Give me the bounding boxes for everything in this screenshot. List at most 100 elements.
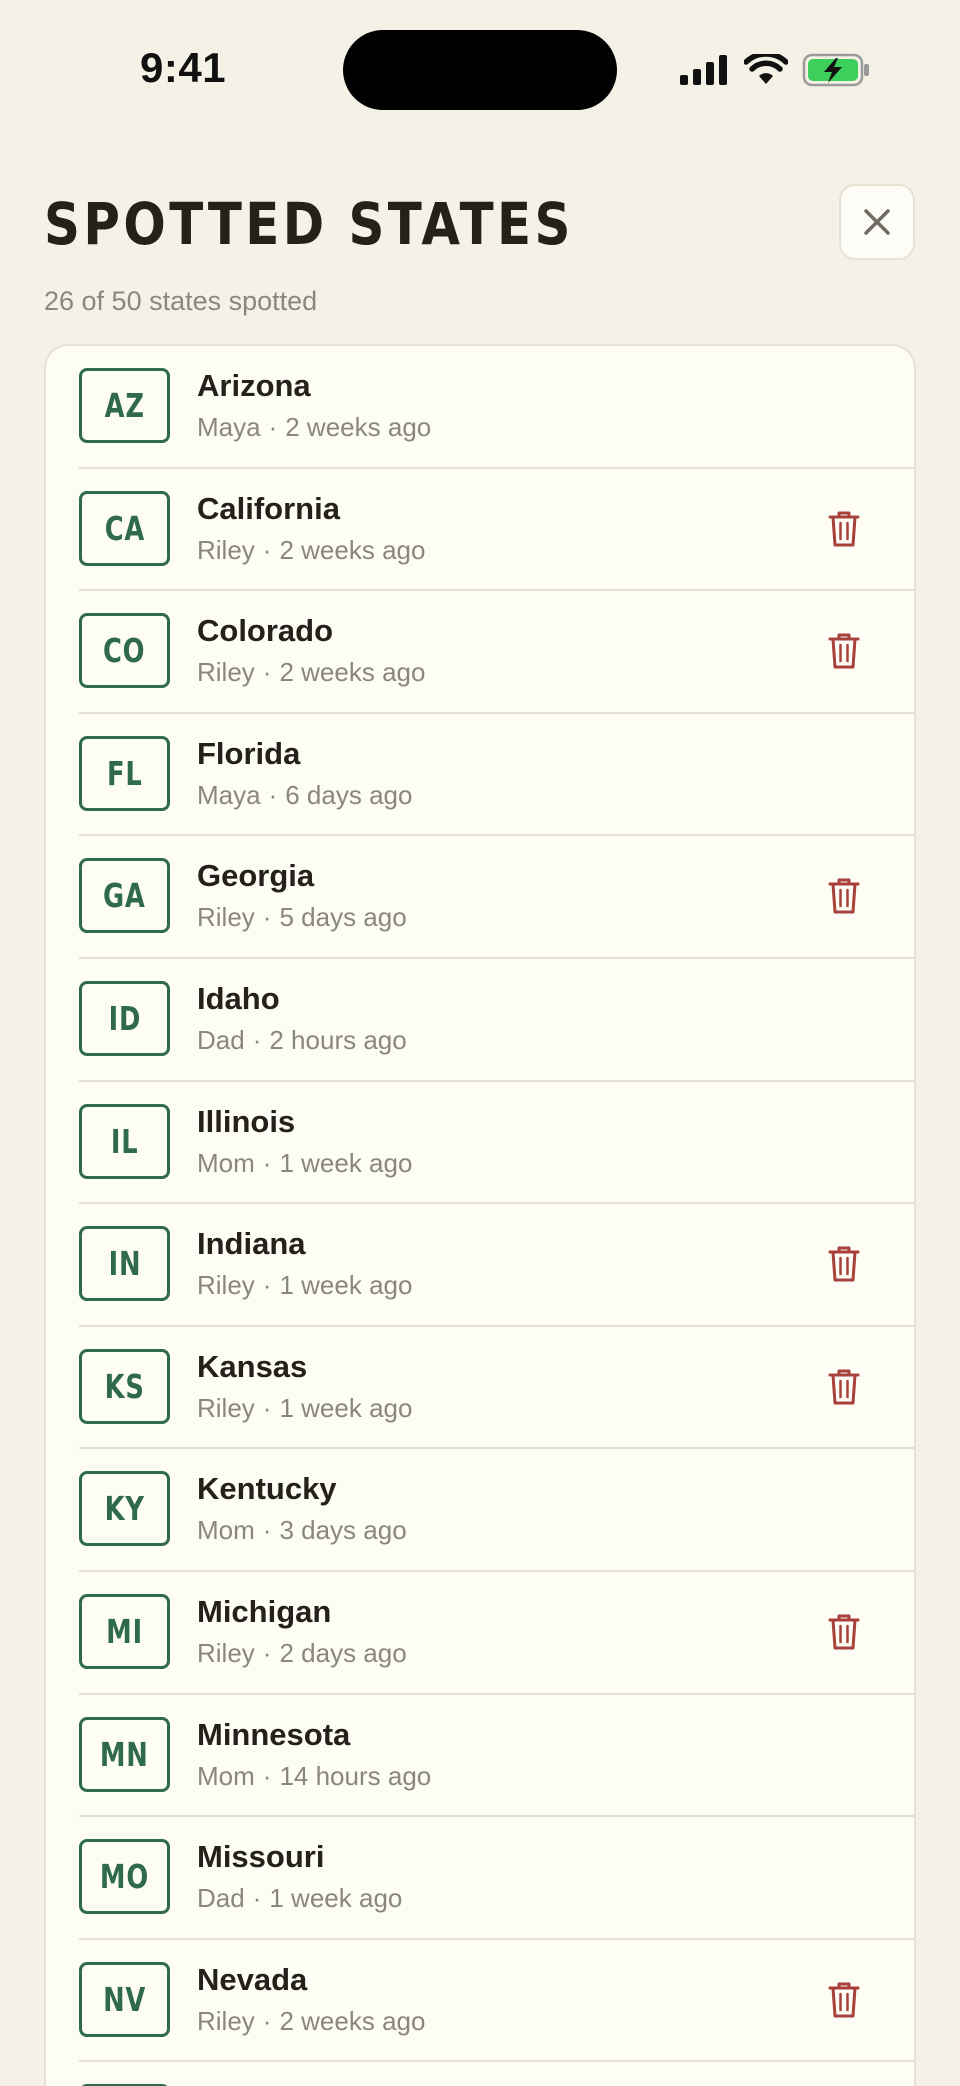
spotter-name: Maya	[197, 779, 261, 810]
spotted-meta: Mom · 1 week ago	[197, 1148, 412, 1179]
state-code: KS	[104, 1366, 145, 1406]
state-name: Kentucky	[197, 1471, 337, 1507]
spotted-meta: Riley · 2 weeks ago	[197, 657, 425, 688]
state-code: ID	[108, 999, 141, 1038]
separator-dot: ·	[268, 779, 278, 810]
close-icon	[864, 209, 890, 235]
spotter-name: Riley	[197, 657, 255, 688]
spotted-time: 2 hours ago	[269, 1025, 407, 1055]
header: SPOTTED STATES 26 of 50 states spotted	[44, 180, 916, 320]
state-row-ks[interactable]: KS Kansas Riley · 1 week ago	[46, 1327, 914, 1450]
state-code: MO	[99, 1857, 150, 1897]
spotted-count: 26 of 50 states spotted	[44, 286, 318, 316]
trash-icon	[828, 1614, 860, 1650]
state-code: CO	[103, 631, 146, 671]
state-row-mi[interactable]: MI Michigan Riley · 2 days ago	[46, 1572, 914, 1695]
state-row-ga[interactable]: GA Georgia Riley · 5 days ago	[46, 836, 914, 959]
state-code: AZ	[104, 386, 145, 425]
delete-button[interactable]	[822, 629, 866, 673]
state-name: Michigan	[197, 1594, 332, 1629]
spotter-name: Riley	[197, 1270, 255, 1301]
state-code: FL	[106, 753, 143, 793]
state-name: Indiana	[197, 1226, 306, 1262]
status-time: 9:41	[140, 44, 227, 91]
spotted-time: 2 days ago	[279, 1638, 407, 1668]
delete-button[interactable]	[822, 507, 866, 551]
spotted-meta: Maya · 2 weeks ago	[197, 412, 431, 443]
spotted-meta: Maya · 6 days ago	[197, 780, 412, 811]
dynamic-island	[343, 30, 617, 110]
license-plate-badge: ID	[79, 981, 170, 1056]
delete-button[interactable]	[822, 1610, 866, 1654]
separator-dot: ·	[252, 1025, 262, 1055]
state-name: Florida	[197, 735, 301, 771]
license-plate-badge: FL	[79, 735, 170, 811]
state-row-id[interactable]: ID Idaho Dad · 2 hours ago	[46, 959, 914, 1082]
spotted-meta: Mom · 14 hours ago	[197, 1761, 431, 1792]
state-row-fl[interactable]: FL Florida Maya · 6 days ago	[46, 714, 914, 837]
license-plate-badge: CO	[79, 613, 170, 689]
state-name: Colorado	[197, 613, 334, 649]
state-name: California	[197, 490, 340, 526]
state-row-az[interactable]: AZ Arizona Maya · 2 weeks ago	[46, 346, 914, 469]
spotter-name: Riley	[197, 534, 255, 565]
spotted-time: 2 weeks ago	[279, 534, 426, 565]
page-title: SPOTTED STATES	[44, 190, 574, 258]
spotter-name: Maya	[197, 412, 261, 442]
separator-dot: ·	[262, 1515, 272, 1546]
state-row-next[interactable]	[46, 2062, 914, 2086]
state-name: Illinois	[197, 1103, 296, 1139]
spotter-name: Riley	[197, 1638, 255, 1668]
spotter-name: Mom	[197, 1515, 255, 1546]
state-row-il[interactable]: IL Illinois Mom · 1 week ago	[46, 1082, 914, 1205]
license-plate-badge: IN	[79, 1226, 170, 1302]
separator-dot: ·	[262, 902, 272, 933]
state-row-in[interactable]: IN Indiana Riley · 1 week ago	[46, 1204, 914, 1327]
state-row-ca[interactable]: CA California Riley · 2 weeks ago	[46, 469, 914, 592]
delete-button[interactable]	[822, 1978, 866, 2022]
state-name: Nevada	[197, 1961, 308, 1997]
state-code: GA	[103, 876, 146, 916]
delete-button[interactable]	[822, 1242, 866, 1286]
spotted-time: 2 weeks ago	[285, 412, 432, 442]
state-row-ky[interactable]: KY Kentucky Mom · 3 days ago	[46, 1449, 914, 1572]
spotter-name: Mom	[197, 1147, 255, 1178]
state-name: Arizona	[197, 368, 311, 403]
state-row-co[interactable]: CO Colorado Riley · 2 weeks ago	[46, 591, 914, 714]
trash-icon	[828, 633, 860, 669]
spotter-name: Mom	[197, 1760, 255, 1791]
close-button[interactable]	[839, 184, 915, 260]
status-bar: 9:41	[0, 0, 960, 140]
separator-dot: ·	[262, 1392, 272, 1423]
separator-dot: ·	[262, 534, 272, 565]
spotted-time: 1 week ago	[279, 1270, 413, 1301]
state-code: NV	[102, 1979, 147, 2019]
license-plate-badge: MI	[79, 1594, 170, 1669]
trash-icon	[828, 1246, 860, 1282]
delete-button[interactable]	[822, 1365, 866, 1409]
license-plate-badge: CA	[79, 490, 170, 566]
cellular-signal-icon	[680, 55, 727, 85]
state-code: IL	[110, 1121, 139, 1161]
state-code: MN	[100, 1734, 149, 1774]
state-row-nv[interactable]: NV Nevada Riley · 2 weeks ago	[46, 1940, 914, 2063]
spotter-name: Riley	[197, 1392, 255, 1423]
spotter-name: Dad	[197, 1025, 245, 1055]
spotted-meta: Riley · 2 weeks ago	[197, 2006, 425, 2037]
spotted-time: 2 weeks ago	[279, 657, 426, 688]
spotter-name: Dad	[197, 1883, 245, 1914]
state-name: Georgia	[197, 858, 315, 894]
separator-dot: ·	[262, 1638, 272, 1668]
battery-charging-icon	[802, 53, 869, 87]
state-row-mn[interactable]: MN Minnesota Mom · 14 hours ago	[46, 1695, 914, 1818]
separator-dot: ·	[262, 657, 272, 688]
spotted-meta: Mom · 3 days ago	[197, 1515, 407, 1546]
state-row-mo[interactable]: MO Missouri Dad · 1 week ago	[46, 1817, 914, 1940]
state-code: KY	[104, 1489, 145, 1529]
spotted-meta: Riley · 2 days ago	[197, 1638, 407, 1669]
spotted-time: 3 days ago	[279, 1515, 407, 1546]
delete-button[interactable]	[822, 874, 866, 918]
license-plate-badge: MN	[79, 1716, 170, 1792]
spotted-time: 2 weeks ago	[279, 2005, 426, 2036]
spotter-name: Riley	[197, 902, 255, 933]
